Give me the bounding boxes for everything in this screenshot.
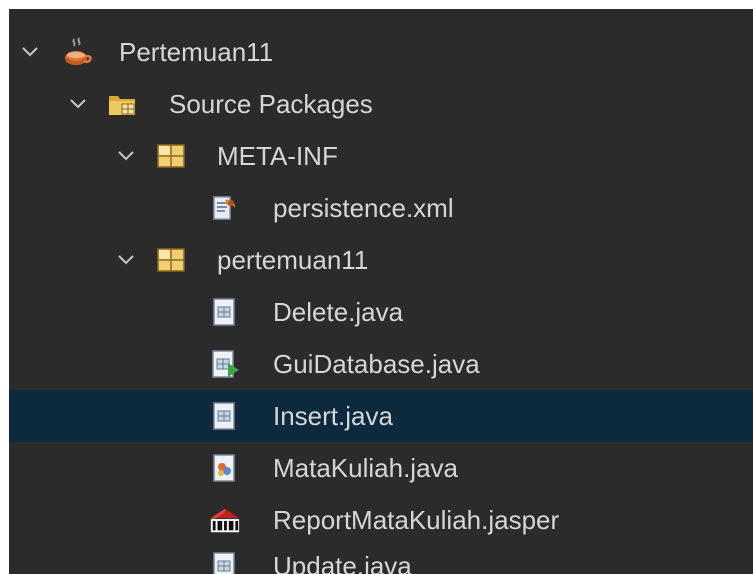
tree-item-label: ReportMataKuliah.jasper bbox=[273, 504, 560, 535]
source-packages-folder-icon bbox=[107, 88, 139, 120]
tree-item-label: META-INF bbox=[217, 140, 338, 171]
projects-panel: Pertemuan11 Source Packages META-INF per… bbox=[0, 0, 753, 574]
persistence-xml-icon bbox=[209, 192, 241, 224]
tree-item-update-java[interactable]: Update.java bbox=[9, 540, 753, 574]
tree-item-label: Source Packages bbox=[169, 88, 373, 119]
java-file-icon bbox=[209, 550, 241, 574]
java-bean-file-icon bbox=[209, 452, 241, 484]
tree-item-pertemuan11-package[interactable]: pertemuan11 bbox=[9, 234, 753, 286]
tree-item-label: pertemuan11 bbox=[217, 244, 369, 275]
chevron-down-icon[interactable] bbox=[65, 91, 91, 117]
jasper-report-icon bbox=[209, 504, 241, 536]
java-file-icon bbox=[209, 400, 241, 432]
tree-item-label: persistence.xml bbox=[273, 192, 454, 223]
tree-item-source-packages[interactable]: Source Packages bbox=[9, 78, 753, 130]
tree-item-reportmatakuliah-jasper[interactable]: ReportMataKuliah.jasper bbox=[9, 494, 753, 546]
tree-item-persistence-xml[interactable]: persistence.xml bbox=[9, 182, 753, 234]
tree-item-insert-java[interactable]: Insert.java bbox=[9, 390, 753, 442]
tree-item-label: Update.java bbox=[273, 550, 412, 574]
tree-item-project[interactable]: Pertemuan11 bbox=[9, 26, 753, 78]
tree-item-label: GuiDatabase.java bbox=[273, 348, 480, 379]
left-edge bbox=[0, 0, 9, 574]
tree-item-label: MataKuliah.java bbox=[273, 452, 458, 483]
tree-item-guidatabase-java[interactable]: GuiDatabase.java bbox=[9, 338, 753, 390]
tree-item-meta-inf[interactable]: META-INF bbox=[9, 130, 753, 182]
java-project-icon bbox=[61, 36, 93, 68]
java-file-icon bbox=[209, 296, 241, 328]
chevron-down-icon[interactable] bbox=[17, 39, 43, 65]
package-icon bbox=[155, 244, 187, 276]
chevron-down-icon[interactable] bbox=[113, 143, 139, 169]
tree-item-label: Insert.java bbox=[273, 400, 393, 431]
package-icon bbox=[155, 140, 187, 172]
project-tree: Pertemuan11 Source Packages META-INF per… bbox=[9, 9, 753, 574]
tree-item-label: Delete.java bbox=[273, 296, 404, 327]
tree-item-label: Pertemuan11 bbox=[119, 36, 274, 67]
tree-item-delete-java[interactable]: Delete.java bbox=[9, 286, 753, 338]
chevron-down-icon[interactable] bbox=[113, 247, 139, 273]
java-form-file-icon bbox=[209, 348, 241, 380]
tree-item-matakuliah-java[interactable]: MataKuliah.java bbox=[9, 442, 753, 494]
